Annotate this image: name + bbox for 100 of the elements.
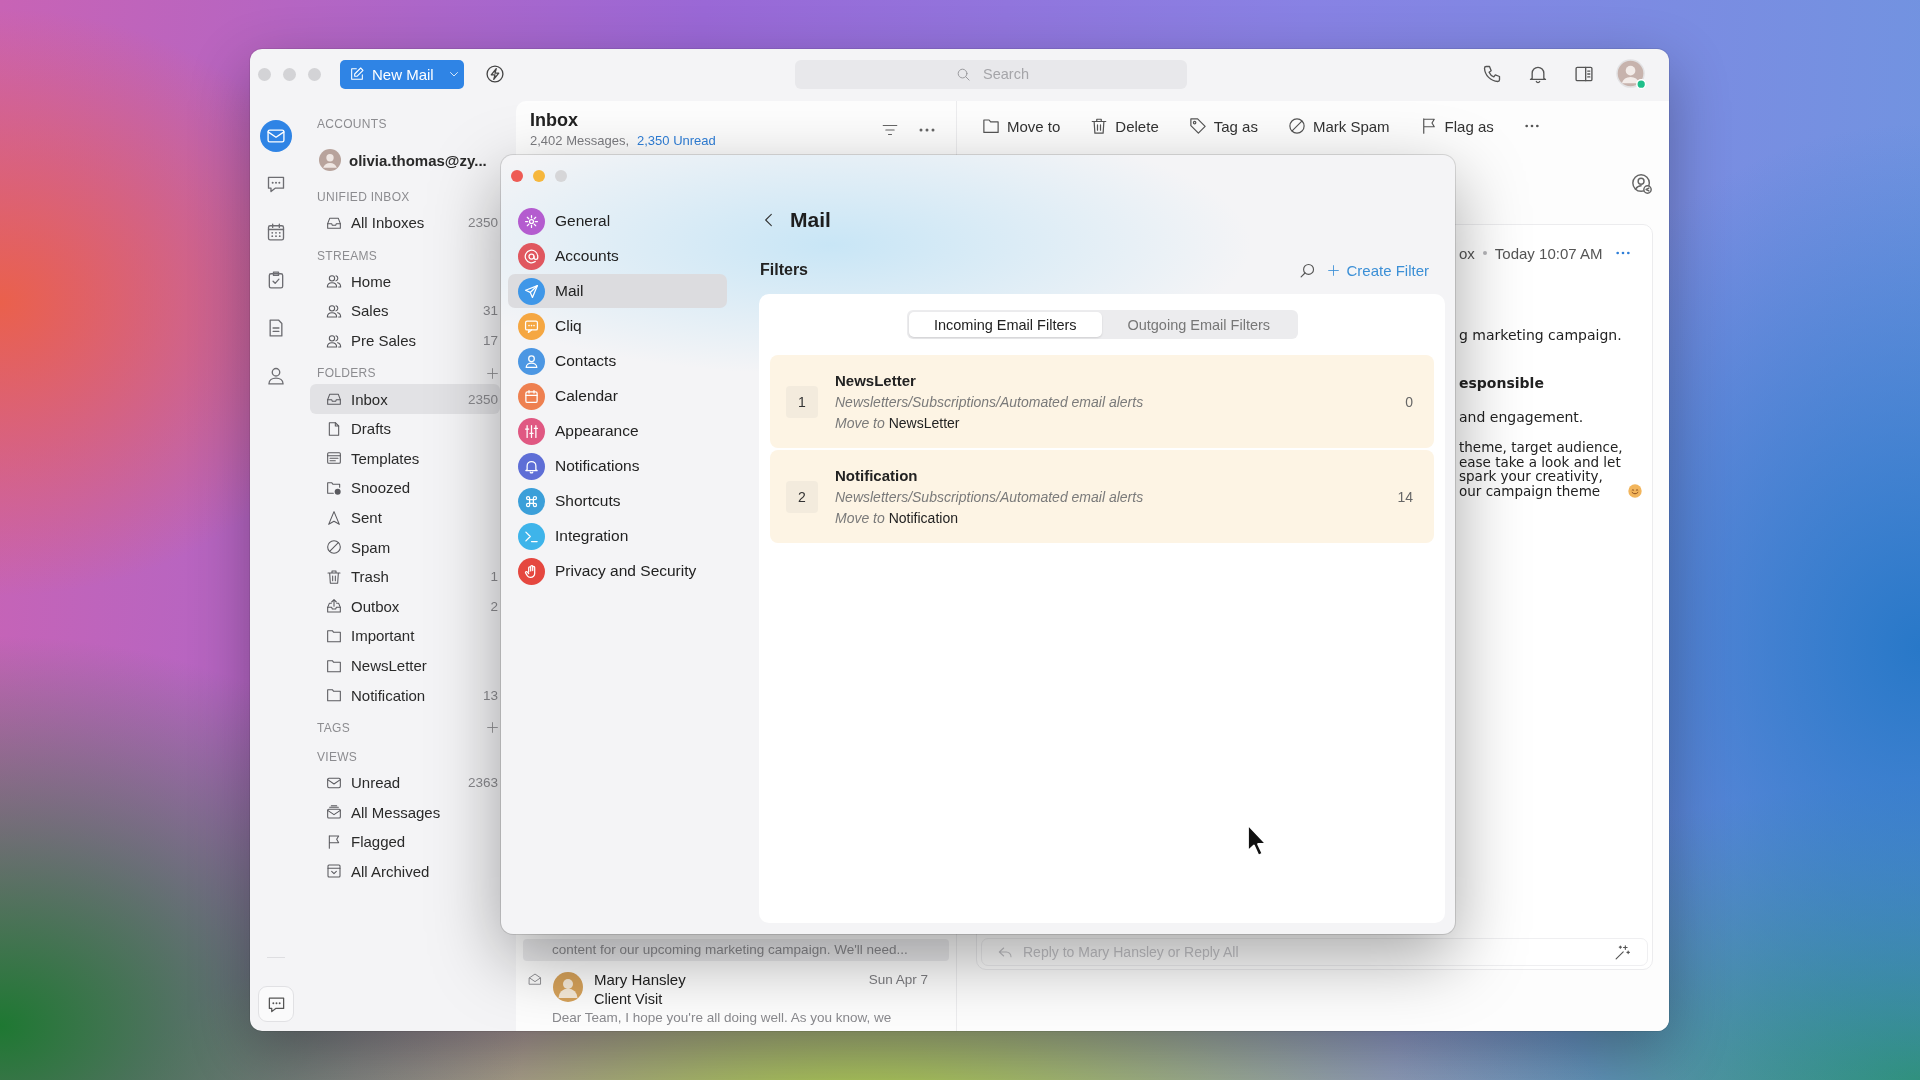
page-icon <box>326 420 342 437</box>
sidebar-item[interactable]: Inbox 2350 <box>310 384 500 414</box>
tag-as-button[interactable]: Tag as <box>1188 117 1258 135</box>
avatar-icon <box>319 149 341 171</box>
filter-tab[interactable]: Outgoing Email Filters <box>1102 312 1296 337</box>
chat-icon[interactable] <box>266 174 286 194</box>
settings-nav-item[interactable]: Integration <box>508 519 727 553</box>
message-count: 2,402 Messages, <box>530 132 629 150</box>
compose-icon <box>349 66 365 82</box>
settings-nav-item[interactable]: Mail <box>508 274 727 308</box>
settings-nav-item[interactable]: General <box>508 204 727 238</box>
item-count: 2350 <box>467 391 498 407</box>
sidebar-item[interactable]: Pre Sales 17 <box>310 325 500 356</box>
mark-spam-button[interactable]: Mark Spam <box>1287 117 1390 135</box>
bell-icon[interactable] <box>1528 64 1548 84</box>
close-icon[interactable] <box>511 170 523 182</box>
sidebar-item[interactable]: Drafts <box>310 413 500 444</box>
folder-icon <box>326 687 342 704</box>
item-count: 2350 <box>467 215 498 231</box>
settings-nav-item[interactable]: Privacy and Security <box>508 554 727 588</box>
add-icon[interactable] <box>486 721 499 735</box>
settings-nav-item[interactable]: Calendar <box>508 379 727 413</box>
envelope-stack-icon <box>326 804 342 821</box>
mail-preview: Dear Team, I hope you're all doing well. As you know, we <box>551 1009 892 1027</box>
folder-icon <box>326 627 342 644</box>
clipboard-check-icon[interactable] <box>266 270 286 290</box>
mail-icon[interactable] <box>260 120 292 152</box>
search-icon <box>956 66 971 82</box>
section-header: VIEWS <box>317 749 358 764</box>
filter-action: Move to Notification <box>835 508 958 528</box>
filter-count: 0 <box>1405 393 1413 410</box>
search-icon[interactable] <box>1299 261 1317 279</box>
chat-icon[interactable] <box>258 986 294 1022</box>
sidebar-item[interactable]: Spam <box>310 532 500 562</box>
people-icon <box>326 273 342 290</box>
message-text: theme, target audience, ease take a look and let spark your creativity, our campaign theme <box>1459 440 1623 498</box>
filter-row[interactable]: 2 Notification Newsletters/Subscriptions/Automated email alerts Move to Notification 14 <box>770 450 1434 543</box>
sidebar-item[interactable]: Important <box>310 621 500 651</box>
message-text: and engagement. <box>1459 408 1584 427</box>
folder-icon <box>326 657 342 674</box>
sidebar-item[interactable]: NewsLetter <box>310 650 500 681</box>
section-header: STREAMS <box>317 248 378 263</box>
calendar-icon[interactable] <box>266 222 286 242</box>
person-share-icon[interactable] <box>1631 173 1653 195</box>
open-envelope-icon <box>528 972 542 986</box>
settings-nav-item[interactable]: Appearance <box>508 414 727 448</box>
move-to-button[interactable]: Move to <box>982 117 1061 135</box>
settings-nav-item[interactable]: Cliq <box>508 309 727 343</box>
settings-nav-item[interactable]: Accounts <box>508 239 727 273</box>
sender-name: Mary Hansley <box>594 970 686 988</box>
new-mail-button[interactable]: New Mail <box>340 59 464 89</box>
settings-nav-item[interactable]: Shortcuts <box>508 484 727 518</box>
item-count: 17 <box>482 333 498 349</box>
add-icon[interactable] <box>486 366 499 380</box>
prohibited-icon <box>1287 117 1306 135</box>
trash-icon <box>1090 117 1109 135</box>
search-field[interactable]: Search <box>795 59 1187 89</box>
sidebar-item[interactable]: olivia.thomas@zy... <box>310 143 500 177</box>
lightning-icon[interactable] <box>485 64 505 84</box>
side-panel-icon[interactable] <box>1574 64 1594 84</box>
sidebar-item[interactable]: Sales 31 <box>310 296 500 326</box>
sidebar-item[interactable]: All Inboxes 2350 <box>310 208 500 238</box>
sidebar-item[interactable]: Home <box>310 266 500 297</box>
settings-nav-item[interactable]: Contacts <box>508 344 727 378</box>
triangle-icon <box>326 509 342 526</box>
page-title: Mail <box>790 208 831 232</box>
unread-link[interactable]: 2,350 Unread <box>637 131 716 151</box>
mail-item[interactable]: Mary Hansley Sun Apr 7 Client Visit Dear Team, I hope you're all doing well. As you know, we <box>516 965 956 1031</box>
sidebar-item[interactable]: Outbox 2 <box>310 591 500 622</box>
trash-icon <box>326 568 342 585</box>
sidebar-item[interactable]: All Archived <box>310 856 500 887</box>
section-header: ACCOUNTS <box>317 117 387 131</box>
sidebar-item[interactable]: Snoozed <box>310 473 500 503</box>
person-icon[interactable] <box>266 366 286 386</box>
sidebar-item[interactable]: Unread 2363 <box>310 767 500 798</box>
magic-wand-icon[interactable] <box>1614 943 1631 961</box>
sidebar-item[interactable]: Sent <box>310 502 500 533</box>
item-count: 2 <box>490 598 498 614</box>
delete-button[interactable]: Delete <box>1090 117 1159 135</box>
phone-icon[interactable] <box>1482 64 1502 84</box>
sidebar-item[interactable]: All Messages <box>310 797 500 828</box>
filter-tab[interactable]: Incoming Email Filters <box>908 312 1102 337</box>
filter-criteria: Newsletters/Subscriptions/Automated email alerts <box>835 487 1144 507</box>
mail-preview: content for our upcoming marketing campaign. We'll need... <box>552 941 908 959</box>
message-date: Today 10:07 AM <box>1494 244 1603 262</box>
mail-subject: Client Visit <box>594 990 663 1009</box>
filter-number: 2 <box>786 480 818 513</box>
sidebar-item[interactable]: Trash 1 <box>310 561 500 592</box>
item-count: 31 <box>482 303 498 319</box>
sidebar-item[interactable]: Notification 13 <box>310 680 500 710</box>
archive-box-icon <box>326 863 342 880</box>
section-header: TAGS <box>317 720 350 735</box>
flag-as-button[interactable]: Flag as <box>1419 117 1494 135</box>
filter-row[interactable]: 1 NewsLetter Newsletters/Subscriptions/Automated email alerts Move to NewsLetter 0 <box>770 355 1434 448</box>
plus-icon <box>1327 263 1341 277</box>
mail-date: Sun Apr 7 <box>868 971 928 987</box>
prohibited-icon <box>326 539 342 556</box>
settings-nav-item[interactable]: Notifications <box>508 449 727 483</box>
sidebar-item[interactable]: Flagged <box>310 827 500 857</box>
sidebar-item[interactable]: Templates <box>310 443 500 474</box>
